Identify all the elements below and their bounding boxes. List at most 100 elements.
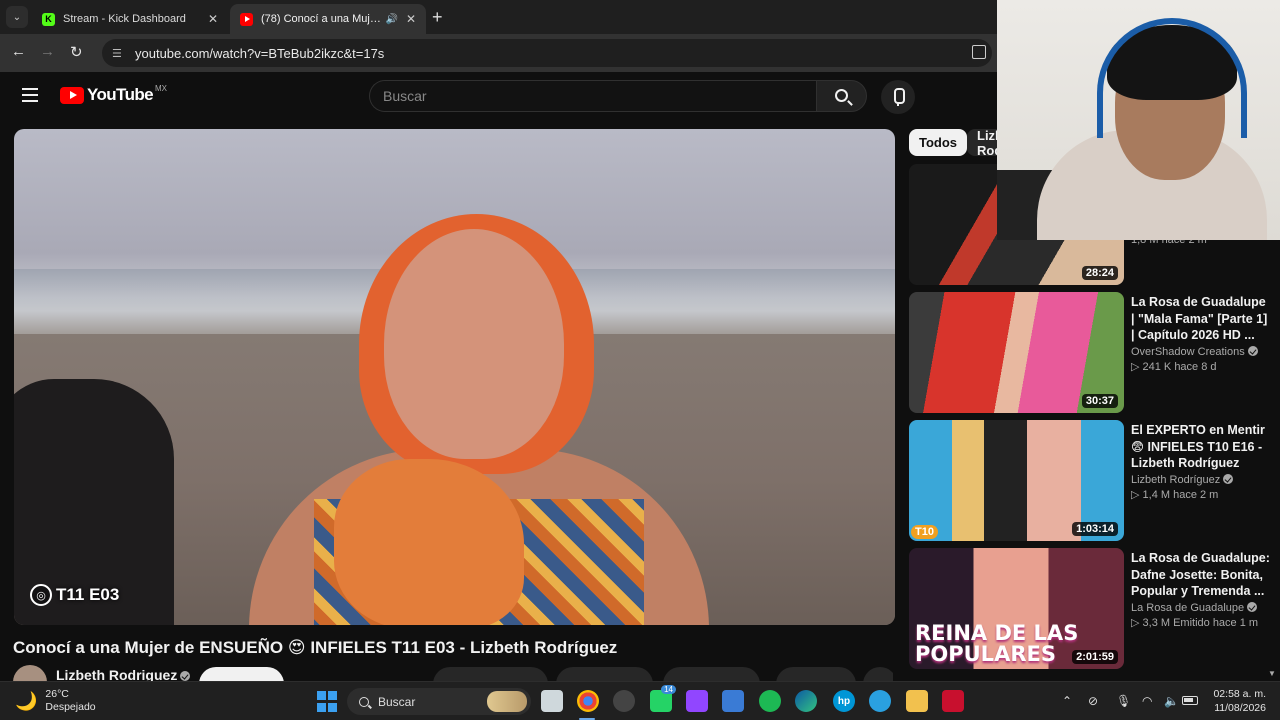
headset-icon <box>1097 18 1247 138</box>
whatsapp-icon[interactable]: 14 <box>650 685 676 712</box>
verified-icon <box>180 671 191 681</box>
recommendation-meta: ▷ 1,4 M hace 2 m <box>1131 488 1219 501</box>
file-explorer-icon[interactable] <box>906 690 928 712</box>
new-tab-button[interactable]: + <box>432 7 443 28</box>
video-player[interactable]: ◎ T11 E03 <box>14 129 895 625</box>
youtube-header: YouTube MX <box>0 72 1000 122</box>
temperature: 26°C <box>45 688 69 700</box>
clock[interactable]: 02:58 a. m. 11/08/2026 <box>1213 687 1266 715</box>
tab-search-button[interactable]: ⌄ <box>6 6 28 28</box>
recommendation-item[interactable]: 30:37 La Rosa de Guadalupe | "Mala Fama"… <box>909 292 1279 414</box>
tab-youtube-video[interactable]: (78) Conocí a una Mujer de ENSUEÑO 🔊 ✕ <box>230 4 426 34</box>
chrome-icon[interactable] <box>577 690 599 712</box>
back-icon[interactable]: ← <box>11 43 26 60</box>
chip-all[interactable]: Todos <box>909 129 968 156</box>
notification-badge: 14 <box>661 685 676 694</box>
recommendation-item[interactable]: T10 1:03:14 El EXPERTO en Mentir 😨 INFIE… <box>909 420 1279 542</box>
search-button[interactable] <box>816 80 867 112</box>
scroll-down-icon[interactable]: ▼ <box>1268 669 1276 678</box>
recommendation-meta: ▷ 3,3 M Emitido hace 1 m <box>1131 616 1259 629</box>
youtube-logo[interactable]: YouTube MX <box>60 83 167 105</box>
microphone-icon[interactable]: 🎙 <box>1116 694 1131 708</box>
tab-kick-dashboard[interactable]: K Stream - Kick Dashboard ✕ <box>32 4 228 34</box>
video-thumbnail[interactable]: T10 1:03:14 <box>909 420 1124 541</box>
verified-icon <box>1223 473 1234 484</box>
recommendation-channel[interactable]: OverShadow Creations <box>1131 345 1271 358</box>
tab-title: (78) Conocí a una Mujer de ENSUEÑO <box>261 13 381 25</box>
episode-badge: ◎ T11 E03 <box>30 584 119 606</box>
episode-badge-text: T11 E03 <box>56 585 120 604</box>
reload-icon[interactable]: ↻ <box>70 43 83 61</box>
twitch-icon[interactable] <box>686 690 708 712</box>
url-text: youtube.com/watch?v=BTeBub2ikzc&t=17s <box>135 45 385 61</box>
taskbar-search-label: Buscar <box>378 694 416 709</box>
obs-icon[interactable] <box>613 690 635 712</box>
voice-search-icon[interactable] <box>881 80 915 114</box>
moon-icon: 🌙 <box>15 690 38 711</box>
video-thumbnail[interactable]: 30:37 <box>909 292 1124 413</box>
weather-condition: Despejado <box>45 701 96 713</box>
duration-badge: 2:01:59 <box>1072 650 1118 664</box>
battery-icon[interactable] <box>1182 696 1198 705</box>
recommendation-channel[interactable]: Lizbeth Rodríguez <box>1131 473 1271 486</box>
recommendation-title[interactable]: El EXPERTO en Mentir 😨 INFIELES T10 E16 … <box>1131 422 1271 472</box>
recommendation-title[interactable]: La Rosa de Guadalupe | "Mala Fama" [Part… <box>1131 294 1271 344</box>
site-info-icon[interactable]: ☰ <box>112 46 126 60</box>
logo-text: YouTube <box>87 85 154 104</box>
screen: ⌄ K Stream - Kick Dashboard ✕ (78) Conoc… <box>0 0 1280 720</box>
duration-badge: 1:03:14 <box>1072 522 1118 536</box>
address-bar[interactable]: ☰ youtube.com/watch?v=BTeBub2ikzc&t=17s <box>102 39 992 67</box>
video-thumbnail[interactable]: REINA DE LAS POPULARES 2:01:59 <box>909 548 1124 669</box>
menu-icon[interactable] <box>22 88 38 102</box>
windows-start-icon[interactable] <box>316 690 338 712</box>
country-code: MX <box>155 83 167 93</box>
search-input[interactable] <box>370 81 816 111</box>
hp-icon[interactable]: hp <box>833 690 855 712</box>
show-hidden-icons[interactable]: ⌃ <box>1062 694 1072 708</box>
recommendation-title[interactable]: La Rosa de Guadalupe: Dafne Josette: Bon… <box>1131 550 1271 600</box>
close-tab-icon[interactable]: ✕ <box>208 12 218 26</box>
network-off-icon[interactable]: ⊘ <box>1088 694 1098 708</box>
install-app-icon[interactable] <box>972 45 986 59</box>
channel-row: Lizbeth Rodriguez <box>13 663 893 683</box>
wifi-icon[interactable]: ◠ <box>1142 694 1152 708</box>
youtube-icon <box>240 12 253 26</box>
tab-title: Stream - Kick Dashboard <box>63 13 186 25</box>
recommendation-item[interactable]: REINA DE LAS POPULARES 2:01:59 La Rosa d… <box>909 548 1279 670</box>
search-icon <box>835 89 848 102</box>
channel-text: La Rosa de Guadalupe <box>1131 601 1245 614</box>
taskbar-search[interactable]: Buscar <box>347 688 531 715</box>
verified-icon <box>1247 601 1258 612</box>
time: 02:58 a. m. <box>1213 688 1266 700</box>
task-view-icon[interactable] <box>541 690 563 712</box>
infieles-logo-icon: ◎ <box>30 584 52 606</box>
spotify-icon[interactable] <box>759 690 781 712</box>
date: 11/08/2026 <box>1214 702 1266 714</box>
duration-badge: 28:24 <box>1081 266 1118 280</box>
volume-icon[interactable]: 🔈 <box>1164 694 1179 708</box>
search-box <box>369 80 816 112</box>
app-icon[interactable] <box>869 690 891 712</box>
webcam-overlay <box>997 0 1280 240</box>
youtube-logo-icon <box>60 86 84 104</box>
channel-text: OverShadow Creations <box>1131 345 1245 358</box>
search-icon <box>359 696 369 707</box>
windows-taskbar: 🌙 26°C Despejado Buscar 14 hp ⌃ ⊘ 🎙 ◠ 🔈 <box>0 681 1280 720</box>
duration-badge: 30:37 <box>1081 394 1118 408</box>
edge-icon[interactable] <box>795 690 817 712</box>
verified-icon <box>1247 345 1258 356</box>
recommendation-channel[interactable]: La Rosa de Guadalupe <box>1131 601 1271 614</box>
search-highlight-image <box>487 691 527 712</box>
channel-text: Lizbeth Rodríguez <box>1131 473 1221 486</box>
forward-icon[interactable]: → <box>40 43 55 60</box>
recommendation-info: La Rosa de Guadalupe: Dafne Josette: Bon… <box>1131 550 1271 629</box>
microsoft-store-icon[interactable] <box>722 690 744 712</box>
weather-widget[interactable]: 🌙 26°C Despejado <box>15 688 96 714</box>
mcafee-icon[interactable] <box>942 690 964 712</box>
recommendation-info: El EXPERTO en Mentir 😨 INFIELES T10 E16 … <box>1131 422 1271 501</box>
close-tab-icon[interactable]: ✕ <box>406 12 416 26</box>
video-frame-face <box>384 229 564 459</box>
audio-playing-icon[interactable]: 🔊 <box>385 14 397 25</box>
video-frame-scarf <box>334 459 524 625</box>
recommendation-info: La Rosa de Guadalupe | "Mala Fama" [Part… <box>1131 294 1271 373</box>
